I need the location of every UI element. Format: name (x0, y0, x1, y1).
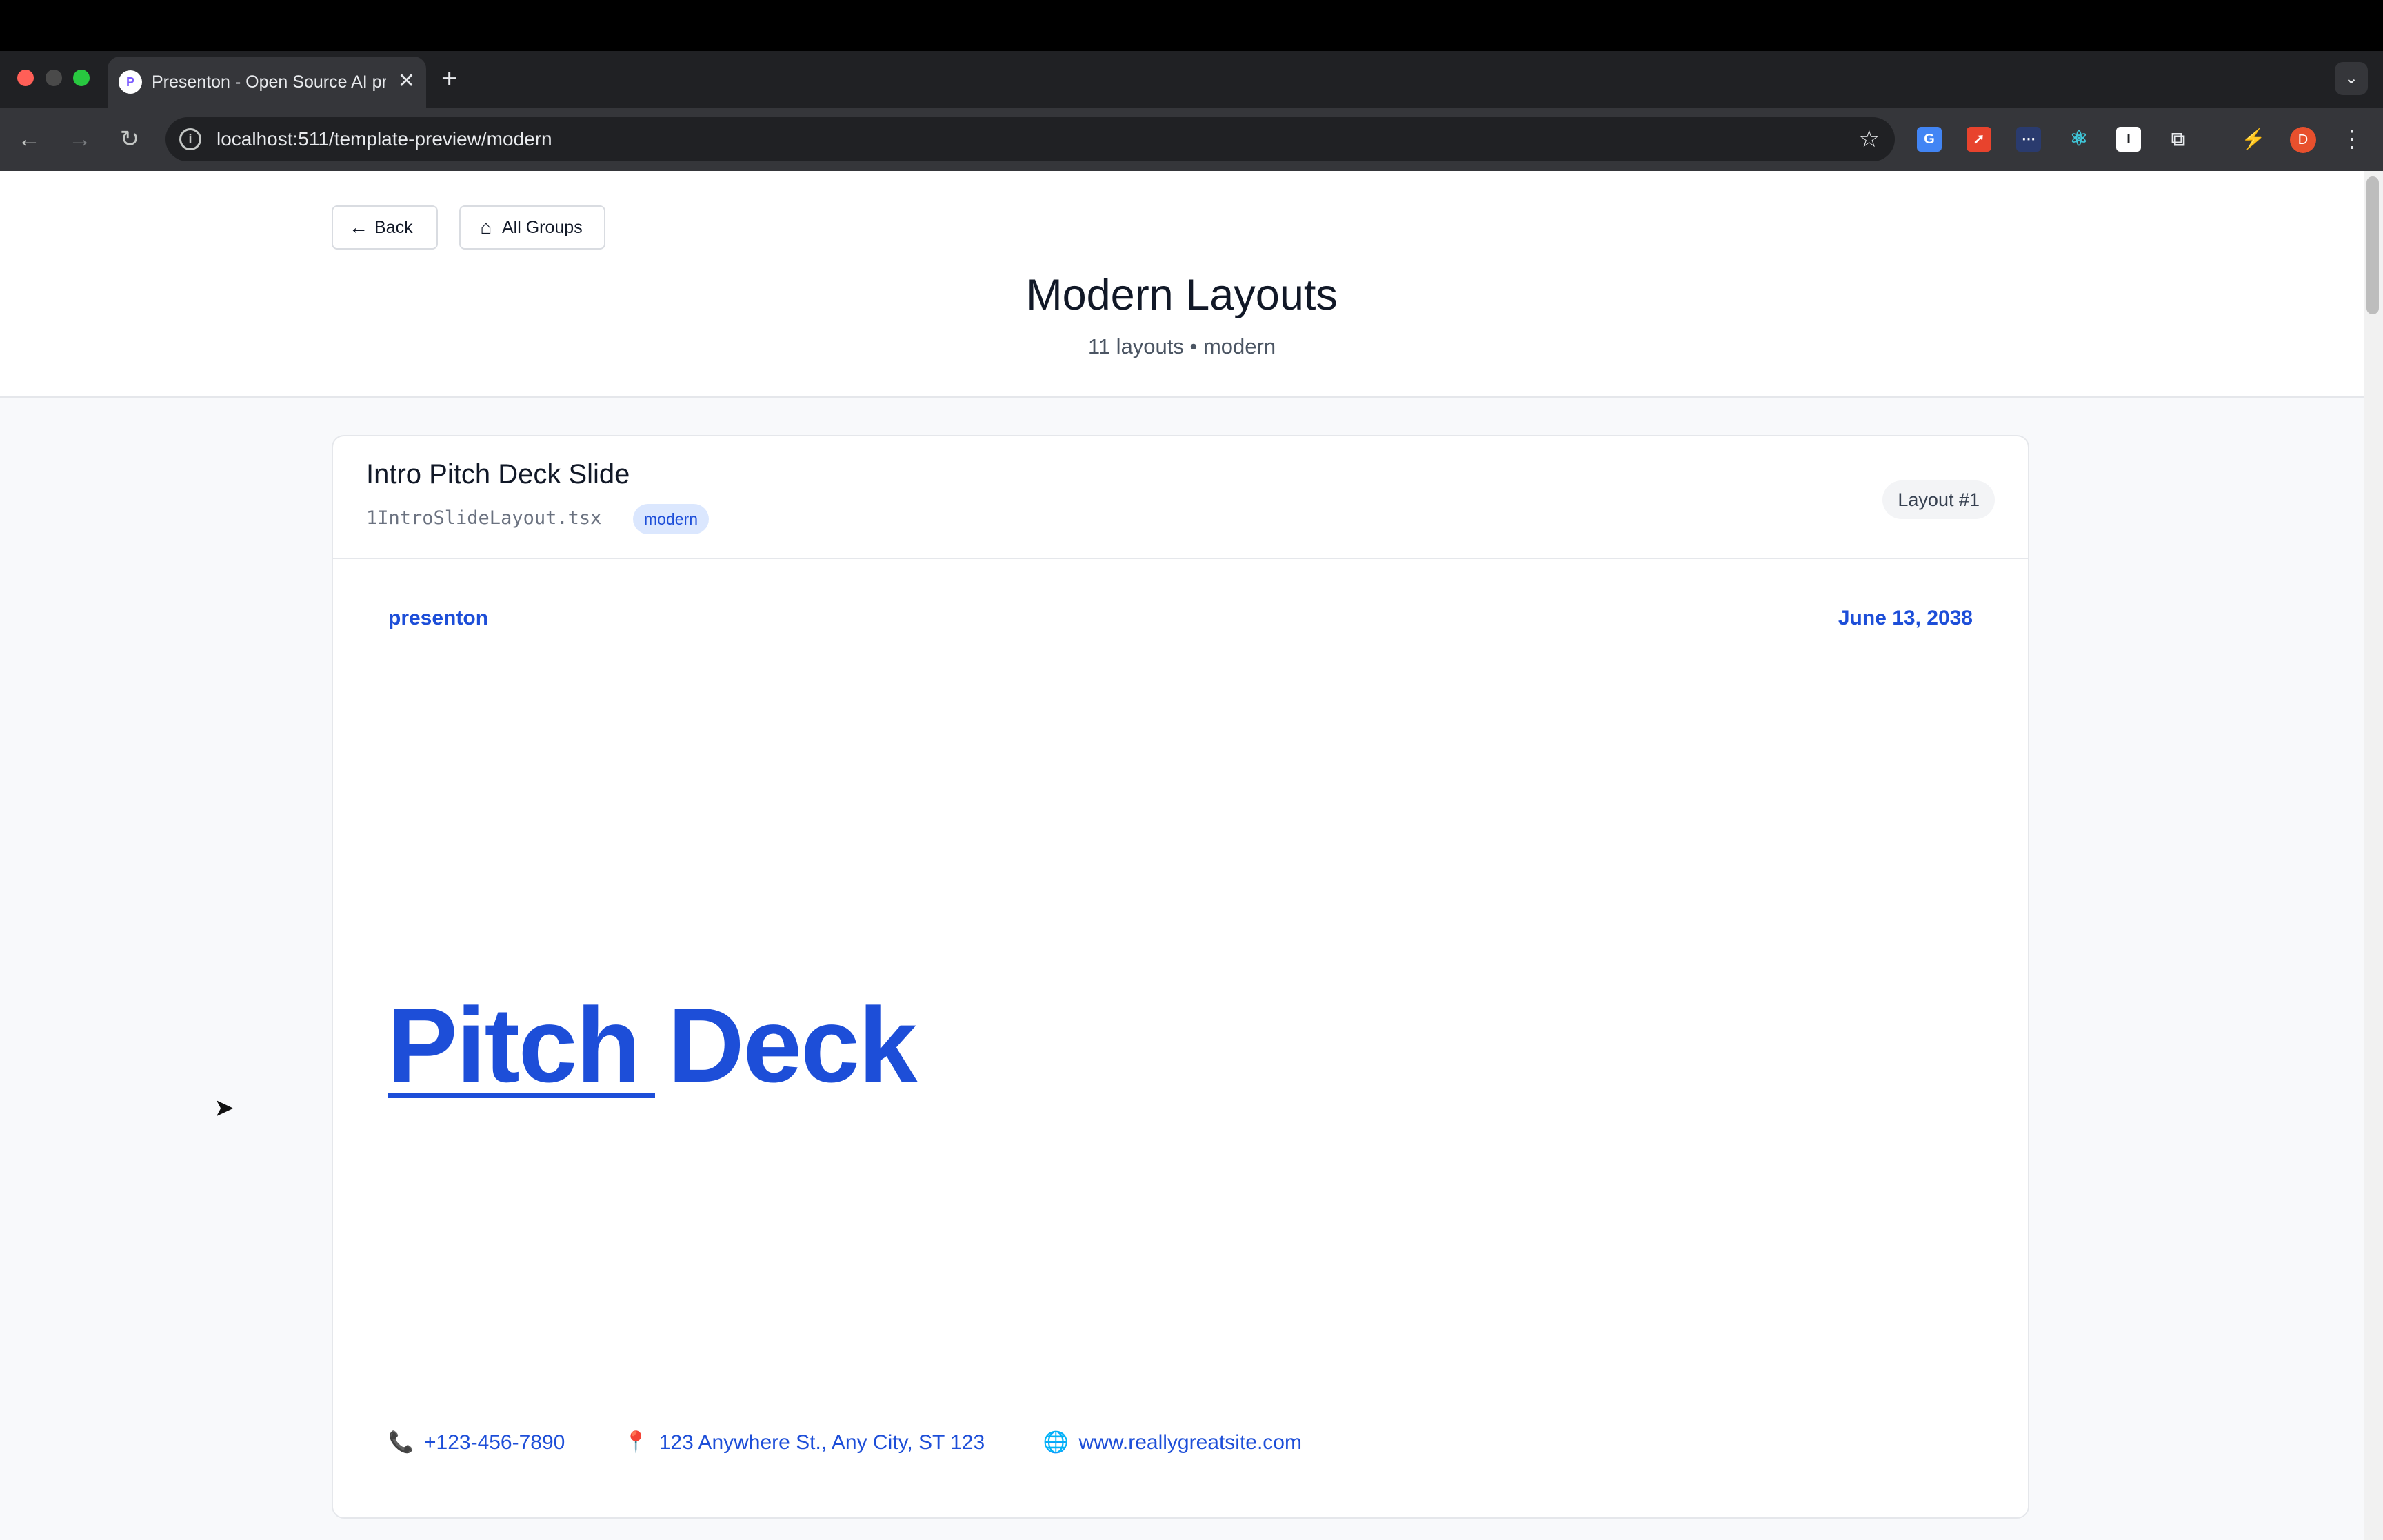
minimize-window-button[interactable] (46, 70, 62, 86)
contact-phone: 📞 +123-456-7890 (388, 1428, 565, 1458)
layout-card: Intro Pitch Deck Slide 1IntroSlideLayout… (332, 435, 2029, 1519)
close-window-button[interactable] (17, 70, 34, 86)
slide-brand: presenton (388, 607, 489, 629)
slide-heading: Pitch Deck (387, 986, 917, 1104)
layout-number-badge: Layout #1 (1882, 480, 1995, 519)
presenton-favicon-icon: P (119, 70, 142, 94)
slide-heading-word: Deck (667, 986, 917, 1104)
back-nav-icon[interactable]: ← (11, 121, 47, 157)
puzzle-extensions-icon[interactable]: ⧉ (2166, 127, 2191, 152)
maximize-window-button[interactable] (73, 70, 90, 86)
browser-tab[interactable]: P Presenton - Open Source AI presentatio… (108, 57, 426, 108)
arrow-left-icon: ← (349, 216, 368, 238)
all-groups-button[interactable]: ⌂ All Groups (459, 205, 605, 250)
slide-heading-word-underlined: Pitch (387, 986, 655, 1104)
tab-title: Presenton - Open Source AI presentation … (152, 72, 386, 92)
contact-website: 🌐 www.reallygreatsite.com (1043, 1428, 1302, 1458)
info-extension-icon[interactable]: I (2116, 127, 2141, 152)
dots-extension-icon[interactable]: ⋯ (2016, 127, 2041, 152)
slide-date: June 13, 2038 (1838, 607, 1973, 629)
address-bar[interactable]: i localhost:511/template-preview/modern … (165, 117, 1895, 161)
new-tab-button[interactable]: + (441, 63, 457, 94)
bookmark-star-icon[interactable]: ☆ (1859, 125, 1880, 153)
slide-preview: presenton June 13, 2038 Pitch Deck 📞 +123… (333, 559, 2028, 1517)
scrollbar-thumb[interactable] (2366, 176, 2379, 314)
globe-icon: 🌐 (1043, 1431, 1069, 1454)
layout-file-name: 1IntroSlideLayout.tsx (366, 507, 602, 529)
rocket-extension-icon[interactable]: ➚ (1967, 127, 1991, 152)
page-header: ← Back ⌂ All Groups Modern Layouts 11 la… (0, 171, 2364, 398)
address-text: 123 Anywhere St., Any City, ST 123 (658, 1431, 985, 1454)
close-tab-icon[interactable]: ✕ (398, 69, 415, 94)
performance-icon[interactable]: ⚡ (2241, 127, 2266, 152)
layout-name: Intro Pitch Deck Slide (366, 459, 630, 489)
website-text: www.reallygreatsite.com (1078, 1431, 1302, 1454)
contact-address: 📍 123 Anywhere St., Any City, ST 123 (623, 1428, 985, 1458)
page-subtitle: 11 layouts • modern (1087, 334, 1276, 358)
tab-search-chevron-icon[interactable]: ⌄ (2335, 62, 2368, 95)
map-pin-icon: 📍 (623, 1431, 650, 1454)
page-title: Modern Layouts (1026, 271, 1338, 319)
url-text: localhost:511/template-preview/modern (217, 128, 552, 150)
back-button-label: Back (374, 218, 413, 237)
forward-nav-icon[interactable]: → (62, 121, 98, 157)
profile-avatar[interactable]: D (2290, 127, 2316, 153)
page-scrollbar[interactable] (2364, 171, 2383, 1540)
back-button[interactable]: ← Back (332, 205, 438, 250)
site-info-icon[interactable]: i (179, 128, 201, 150)
home-icon: ⌂ (480, 216, 492, 238)
page-viewport: ← Back ⌂ All Groups Modern Layouts 11 la… (0, 171, 2364, 1540)
layout-card-header: Intro Pitch Deck Slide 1IntroSlideLayout… (333, 436, 2028, 559)
mouse-cursor-icon: ➤ (214, 1093, 235, 1122)
browser-menu-icon[interactable]: ⋮ (2334, 121, 2370, 157)
react-extension-icon[interactable]: ⚛ (2067, 127, 2091, 152)
slide-contact-row: 📞 +123-456-7890 📍 123 Anywhere St., Any Ci… (388, 1428, 1354, 1458)
translate-extension-icon[interactable]: G (1917, 127, 1942, 152)
reload-icon[interactable]: ↻ (112, 121, 148, 157)
all-groups-label: All Groups (502, 218, 583, 237)
layout-tag-badge: modern (633, 504, 709, 534)
phone-text: +123-456-7890 (424, 1431, 565, 1454)
phone-icon: 📞 (388, 1431, 414, 1454)
